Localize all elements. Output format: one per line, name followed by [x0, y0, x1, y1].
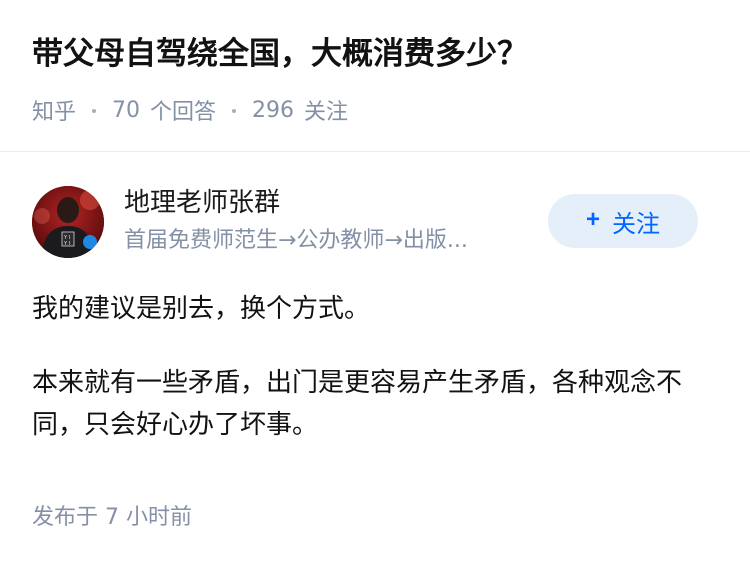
- svg-text:Y I: Y I: [63, 241, 70, 247]
- followers-count: 296: [252, 97, 295, 123]
- question-meta: 知乎 70 个回答 296 关注: [32, 92, 348, 128]
- avatar[interactable]: Y I Y I: [32, 186, 104, 258]
- answer-content: 我的建议是别去，换个方式。 本来就有一些矛盾，出门是更容易产生矛盾，各种观念不同…: [32, 288, 718, 466]
- author-name[interactable]: 地理老师张群: [124, 186, 280, 220]
- follow-button[interactable]: + 关注: [548, 194, 698, 248]
- followers-label[interactable]: 关注: [304, 94, 348, 126]
- answer-paragraph: 本来就有一些矛盾，出门是更容易产生矛盾，各种观念不同，只会好心办了坏事。: [32, 368, 683, 440]
- author-info: Y I Y I 地理老师张群 首届免费师范生→公办教师→出版... + 关注: [32, 186, 718, 258]
- follow-label: 关注: [612, 210, 660, 238]
- answer-paragraph: 我的建议是别去，换个方式。: [32, 294, 371, 324]
- answers-label[interactable]: 个回答: [150, 94, 216, 126]
- publish-time: 发布于 7 小时前: [32, 505, 192, 530]
- author-bio: 首届免费师范生→公办教师→出版...: [124, 228, 468, 253]
- question-title[interactable]: 带父母自驾绕全国，大概消费多少？: [32, 32, 528, 76]
- person-avatar-icon: Y I Y I: [32, 186, 104, 258]
- question-header: 带父母自驾绕全国，大概消费多少？ 知乎 70 个回答 296 关注: [0, 0, 750, 152]
- answers-count: 70: [112, 97, 141, 123]
- plus-icon: +: [585, 206, 600, 233]
- separator-dot: [92, 109, 97, 113]
- source-label[interactable]: 知乎: [32, 94, 76, 126]
- separator-dot: [232, 109, 237, 113]
